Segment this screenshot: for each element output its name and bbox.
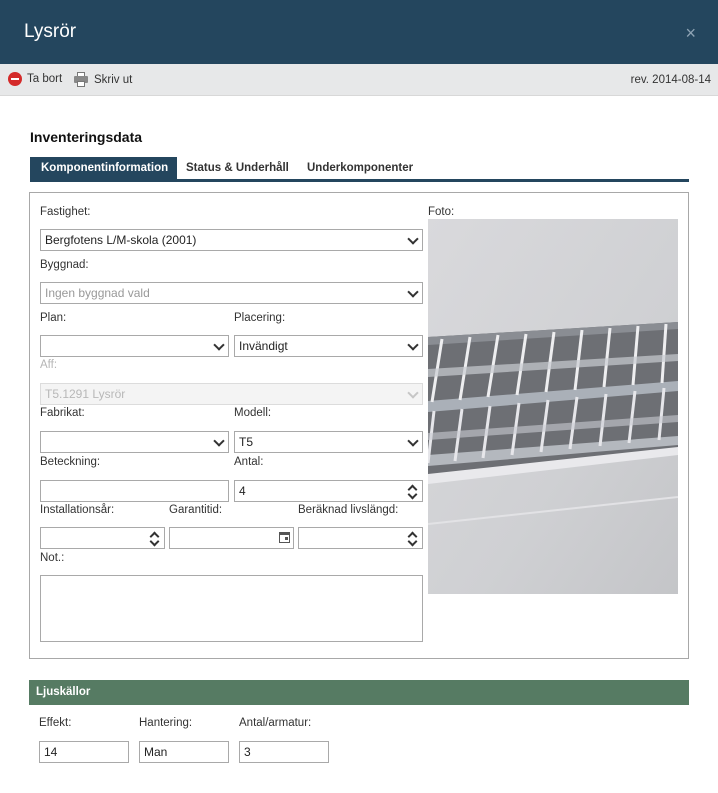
komponent-panel: Fastighet: Bergfotens L/M-skola (2001) B… <box>29 192 689 659</box>
minus-circle-icon <box>8 72 22 86</box>
section-title: Inventeringsdata <box>30 129 143 145</box>
fastighet-label: Fastighet: <box>40 206 91 218</box>
tab-status-underhall[interactable]: Status & Underhåll <box>186 157 289 179</box>
installationsar-stepper[interactable] <box>40 527 165 549</box>
aff-value: T5.1291 Lysrör <box>45 387 126 401</box>
spinner-icon[interactable] <box>406 482 421 500</box>
antal-value: 4 <box>239 484 246 498</box>
close-icon[interactable]: × <box>685 24 696 42</box>
beteckning-label: Beteckning: <box>40 456 101 468</box>
placering-value: Invändigt <box>239 339 288 353</box>
toolbar: Ta bort Skriv ut rev. 2014-08-14 <box>0 64 718 96</box>
effekt-label: Effekt: <box>39 717 72 729</box>
antal-armatur-input[interactable]: 3 <box>239 741 329 763</box>
tab-underkomponenter[interactable]: Underkomponenter <box>307 157 413 179</box>
antal-stepper[interactable]: 4 <box>234 480 423 502</box>
ljuskallor-header: Ljuskällor <box>29 680 689 705</box>
spinner-icon[interactable] <box>406 529 421 547</box>
chevron-down-icon <box>406 233 420 247</box>
chevron-down-icon <box>212 339 226 353</box>
hantering-value: Man <box>144 745 168 759</box>
byggnad-placeholder: Ingen byggnad vald <box>45 286 150 300</box>
garantitid-label: Garantitid: <box>169 504 223 516</box>
chevron-down-icon <box>406 435 420 449</box>
delete-label: Ta bort <box>27 73 63 85</box>
modell-label: Modell: <box>234 407 272 419</box>
livslangd-label: Beräknad livslängd: <box>298 504 399 516</box>
aff-select: T5.1291 Lysrör <box>40 383 423 405</box>
chevron-down-icon <box>212 435 226 449</box>
livslangd-stepper[interactable] <box>298 527 423 549</box>
antal-armatur-label: Antal/armatur: <box>239 717 312 729</box>
fabrikat-label: Fabrikat: <box>40 407 85 419</box>
delete-button[interactable]: Ta bort <box>8 72 62 86</box>
chevron-down-icon <box>406 286 420 300</box>
effekt-input[interactable]: 14 <box>39 741 129 763</box>
modell-select[interactable]: T5 <box>234 431 423 453</box>
foto-label: Foto: <box>428 206 455 218</box>
antal-armatur-value: 3 <box>244 745 251 759</box>
printer-icon <box>73 72 89 87</box>
dialog-header: Lysrör × <box>0 0 718 64</box>
antal-label: Antal: <box>234 456 264 468</box>
placering-label: Placering: <box>234 312 286 324</box>
fabrikat-select[interactable] <box>40 431 229 453</box>
garantitid-date-input[interactable] <box>169 527 294 549</box>
spinner-icon[interactable] <box>148 529 163 547</box>
byggnad-label: Byggnad: <box>40 259 89 271</box>
chevron-down-icon <box>406 387 420 401</box>
dialog-title: Lysrör <box>24 21 77 42</box>
chevron-down-icon <box>406 339 420 353</box>
plan-select[interactable] <box>40 335 229 357</box>
placering-select[interactable]: Invändigt <box>234 335 423 357</box>
tab-bar: Komponentinformation Status & Underhåll … <box>30 157 689 182</box>
revision-date: rev. 2014-08-14 <box>630 74 711 86</box>
beteckning-input[interactable] <box>40 480 229 502</box>
installationsar-label: Installationsår: <box>40 504 115 516</box>
modell-value: T5 <box>239 435 254 449</box>
component-photo <box>428 219 678 594</box>
not-textarea[interactable] <box>40 575 423 642</box>
print-label: Skriv ut <box>94 73 133 86</box>
hantering-label: Hantering: <box>139 717 193 729</box>
aff-label: Aff: <box>40 359 58 371</box>
print-button[interactable]: Skriv ut <box>73 72 132 87</box>
tab-komponentinformation[interactable]: Komponentinformation <box>30 157 177 179</box>
byggnad-select[interactable]: Ingen byggnad vald <box>40 282 423 304</box>
effekt-value: 14 <box>44 745 58 759</box>
calendar-icon[interactable] <box>279 532 290 543</box>
fastighet-value: Bergfotens L/M-skola (2001) <box>45 233 197 247</box>
fastighet-select[interactable]: Bergfotens L/M-skola (2001) <box>40 229 423 251</box>
plan-label: Plan: <box>40 312 67 324</box>
hantering-input[interactable]: Man <box>139 741 229 763</box>
not-label: Not.: <box>40 552 65 564</box>
